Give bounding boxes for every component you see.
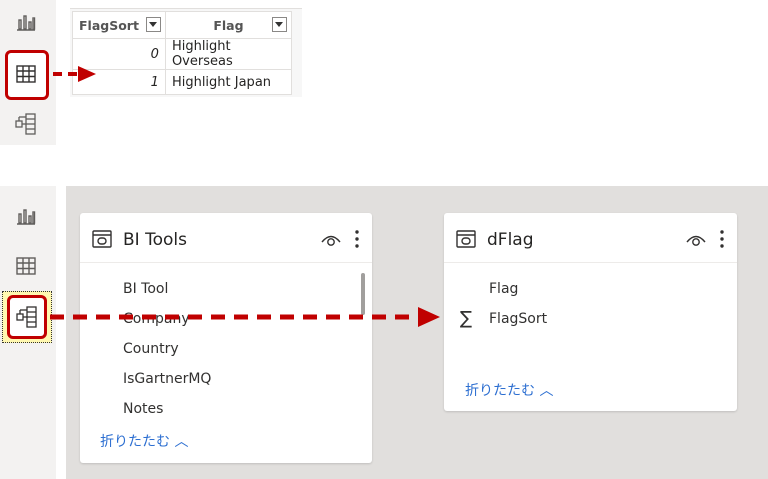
card-title: dFlag bbox=[487, 230, 534, 250]
column-header-label: Flag bbox=[213, 17, 244, 33]
table-cell[interactable]: Highlight Overseas bbox=[164, 38, 292, 70]
table-cell[interactable]: Highlight Japan bbox=[164, 69, 292, 95]
field-bi-tool[interactable]: BI Tool bbox=[123, 281, 168, 297]
report-view-icon[interactable] bbox=[14, 10, 38, 34]
model-view-icon[interactable] bbox=[15, 305, 39, 329]
column-header-flagsort[interactable]: FlagSort bbox=[72, 11, 166, 39]
sigma-icon: ∑ bbox=[460, 308, 473, 329]
card-title: BI Tools bbox=[123, 230, 187, 250]
collapse-link[interactable]: 折りたたむ ︿ bbox=[465, 380, 553, 400]
table-row[interactable]: 0 Highlight Overseas bbox=[72, 38, 292, 70]
table-card-dflag[interactable]: dFlag Flag ∑ FlagSort 折りたたむ ︿ bbox=[444, 213, 737, 411]
field-isgartnermq[interactable]: IsGartnerMQ bbox=[123, 371, 211, 387]
formula-bar-strip bbox=[70, 0, 302, 9]
view-switcher-rail-bottom bbox=[0, 186, 56, 479]
field-flagsort[interactable]: FlagSort bbox=[489, 311, 547, 327]
column-header-flag[interactable]: Flag bbox=[164, 11, 292, 39]
card-header[interactable]: BI Tools bbox=[80, 213, 372, 263]
eye-icon[interactable] bbox=[321, 232, 341, 246]
model-view-icon[interactable] bbox=[14, 112, 38, 136]
table-row[interactable]: 1 Highlight Japan bbox=[72, 69, 292, 95]
data-view-icon[interactable] bbox=[14, 254, 38, 278]
view-switcher-rail-top bbox=[0, 0, 56, 145]
eye-icon[interactable] bbox=[686, 232, 706, 246]
chevron-down-icon[interactable] bbox=[145, 17, 161, 32]
card-header[interactable]: dFlag bbox=[444, 213, 737, 263]
collapse-link[interactable]: 折りたたむ ︿ bbox=[100, 431, 188, 451]
report-view-icon[interactable] bbox=[14, 204, 38, 228]
data-table: FlagSort Flag 0 Highlight Overseas 1 Hig… bbox=[72, 11, 292, 95]
scrollbar[interactable] bbox=[361, 273, 365, 315]
data-view-icon[interactable] bbox=[14, 62, 38, 86]
more-options-icon[interactable] bbox=[354, 229, 360, 249]
table-icon bbox=[91, 228, 113, 250]
table-cell[interactable]: 0 bbox=[72, 38, 166, 70]
table-cell[interactable]: 1 bbox=[72, 69, 166, 95]
field-company[interactable]: Company bbox=[123, 311, 190, 327]
more-options-icon[interactable] bbox=[719, 229, 725, 249]
field-country[interactable]: Country bbox=[123, 341, 179, 357]
table-icon bbox=[455, 228, 477, 250]
table-card-bi-tools[interactable]: BI Tools BI Tool Company Country IsGartn… bbox=[80, 213, 372, 463]
field-notes[interactable]: Notes bbox=[123, 401, 163, 417]
column-header-label: FlagSort bbox=[79, 17, 139, 33]
field-flag[interactable]: Flag bbox=[489, 281, 518, 297]
chevron-down-icon[interactable] bbox=[271, 17, 287, 32]
